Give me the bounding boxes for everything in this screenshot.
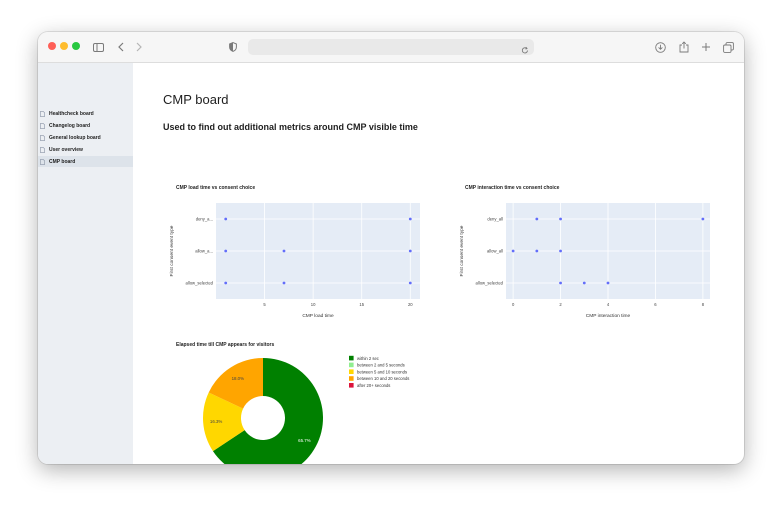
x-axis-label: CMP load time xyxy=(302,313,334,319)
sidebar-item-label: CMP board xyxy=(49,158,76,165)
sidebar-item-changelog-board[interactable]: Changelog board xyxy=(38,120,133,131)
scatter-point xyxy=(224,249,228,253)
legend-swatch xyxy=(349,362,354,368)
scatter-chart-interaction-time: 0 2 4 6 8 deny_all allow_all allow_selected CMP … xyxy=(459,203,710,319)
page-title: CMP board xyxy=(163,92,229,107)
reload-icon[interactable] xyxy=(521,42,529,60)
x-tick-label: 15 xyxy=(359,302,364,307)
legend-swatch xyxy=(349,369,354,374)
browser-window: Healthcheck board Changelog board Genera… xyxy=(38,32,744,464)
sidebar: Healthcheck board Changelog board Genera… xyxy=(38,63,133,464)
zoom-window-button[interactable] xyxy=(72,42,80,50)
page-icon xyxy=(40,134,45,141)
chart-title-elapsed-time: Elapsed time till CMP appears for visito… xyxy=(176,342,275,348)
scatter-point xyxy=(559,281,562,285)
legend-label: between 10 and 20 seconds xyxy=(357,376,409,381)
scatter-chart-load-time: 5 10 15 20 deny_a... allow_a... allow_selected… xyxy=(169,203,420,319)
x-tick-label: 4 xyxy=(607,302,610,307)
sidebar-item-user-overview[interactable]: User overview xyxy=(38,144,133,155)
legend-label: after 20+ seconds xyxy=(357,383,390,388)
scatter-point xyxy=(224,217,228,221)
scatter-point xyxy=(224,281,228,285)
main-content: CMP board Used to find out additional me… xyxy=(133,63,744,464)
download-icon[interactable] xyxy=(654,39,666,55)
y-tick-label: deny_all xyxy=(487,217,503,222)
x-tick-label: 5 xyxy=(263,302,266,307)
page-icon xyxy=(40,110,45,117)
privacy-shield-icon[interactable] xyxy=(228,39,238,55)
scatter-point xyxy=(559,217,562,221)
x-tick-label: 10 xyxy=(311,302,316,307)
scatter-point xyxy=(535,217,539,221)
page-icon xyxy=(40,146,45,153)
y-tick-label: allow_a... xyxy=(195,249,213,254)
back-icon[interactable] xyxy=(116,39,126,55)
scatter-point xyxy=(559,249,562,253)
scatter-point xyxy=(606,281,610,285)
tab-overview-icon[interactable] xyxy=(722,39,734,55)
browser-toolbar xyxy=(38,32,744,63)
legend-label: between 2 and 5 seconds xyxy=(357,363,405,368)
x-tick-label: 6 xyxy=(654,302,657,307)
legend-swatch xyxy=(349,355,354,361)
chart-title-interaction-time: CMP interaction time vs consent choice xyxy=(465,185,560,191)
page-icon xyxy=(40,122,45,129)
scatter-point xyxy=(582,281,586,285)
sidebar-item-label: Changelog board xyxy=(49,122,91,129)
page-subtitle: Used to find out additional metrics arou… xyxy=(163,122,418,132)
minimize-window-button[interactable] xyxy=(60,42,68,50)
scatter-point xyxy=(282,249,286,253)
scatter-point xyxy=(408,281,412,285)
x-tick-label: 2 xyxy=(559,302,562,307)
y-axis-label: First consent event type xyxy=(459,225,465,276)
close-window-button[interactable] xyxy=(48,42,56,50)
y-tick-label: deny_a... xyxy=(196,217,213,222)
sidebar-item-general-lookup-board[interactable]: General lookup board xyxy=(38,132,133,143)
legend-swatch xyxy=(349,376,354,381)
sidebar-item-cmp-board[interactable]: CMP board xyxy=(38,156,133,167)
y-tick-label: allow_all xyxy=(487,249,503,254)
share-icon[interactable] xyxy=(678,39,690,55)
sidebar-item-label: Healthcheck board xyxy=(49,110,94,117)
new-tab-icon[interactable] xyxy=(700,39,712,55)
chart-title-load-time: CMP load time vs consent choice xyxy=(176,185,256,191)
slice-label: 65.7% xyxy=(298,438,311,443)
sidebar-item-healthcheck-board[interactable]: Healthcheck board xyxy=(38,108,133,119)
legend-swatch xyxy=(349,383,354,388)
x-tick-label: 20 xyxy=(408,302,413,307)
sidebar-item-label: User overview xyxy=(49,146,83,153)
x-tick-label: 0 xyxy=(512,302,515,307)
donut-chart-elapsed-time: 65.7% 16.3% 18.0% within 2 sec between 2 and… xyxy=(203,355,409,464)
slice-label: 16.3% xyxy=(210,419,223,424)
scatter-point xyxy=(282,281,286,285)
legend-label: between 5 and 10 seconds xyxy=(357,369,407,374)
scatter-point xyxy=(535,249,539,253)
x-tick-label: 8 xyxy=(702,302,705,307)
address-bar[interactable] xyxy=(248,39,534,55)
sidebar-item-label: General lookup board xyxy=(49,134,101,141)
scatter-point xyxy=(511,249,515,253)
legend-label: within 2 sec xyxy=(357,356,379,361)
scatter-point xyxy=(408,249,412,253)
forward-icon[interactable] xyxy=(134,39,144,55)
y-tick-label: allow_selected xyxy=(186,281,214,286)
scatter-point xyxy=(701,217,705,221)
y-axis-label: First consent event type xyxy=(169,225,175,276)
y-tick-label: allow_selected xyxy=(476,281,504,286)
page-icon xyxy=(40,158,45,165)
slice-label: 18.0% xyxy=(232,376,245,381)
x-axis-label: CMP interaction time xyxy=(586,313,631,319)
scatter-point xyxy=(408,217,412,221)
sidebar-toggle-icon[interactable] xyxy=(92,39,104,55)
